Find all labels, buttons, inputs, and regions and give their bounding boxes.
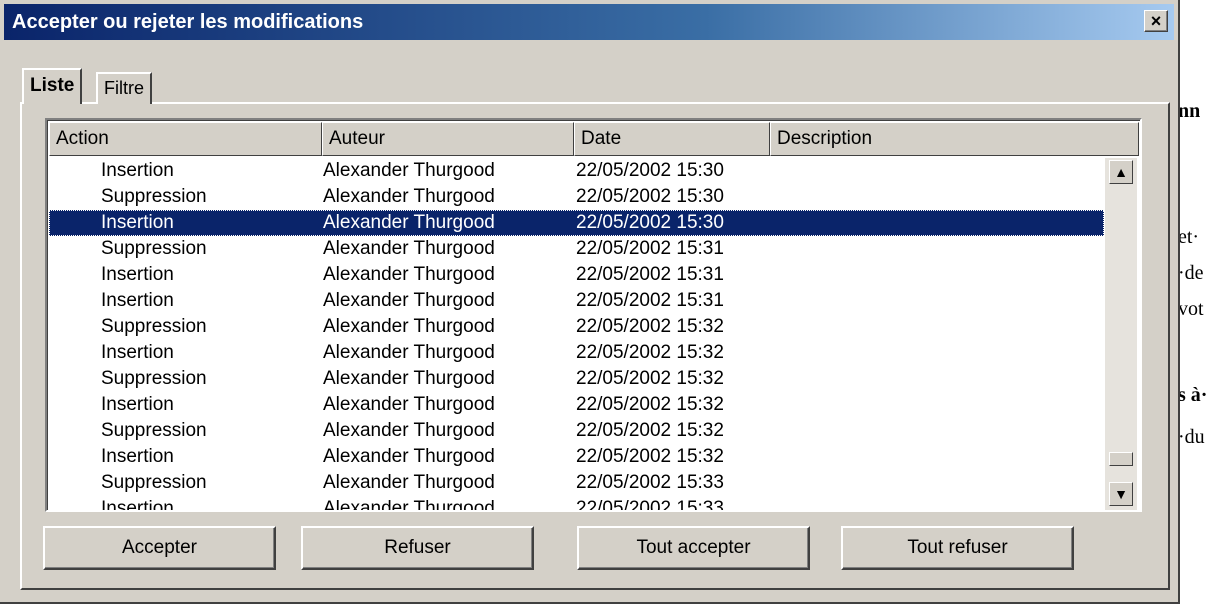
cell-action: Insertion: [101, 290, 174, 311]
cell-date: 22/05/2002 15:32: [576, 342, 724, 363]
table-row[interactable]: Insertion Alexander Thurgood 22/05/2002 15…: [49, 158, 1104, 184]
table-row[interactable]: Suppression Alexander Thurgood 22/05/2002 …: [49, 470, 1104, 496]
accept-all-button[interactable]: Tout accepter: [577, 526, 810, 570]
cell-action: Suppression: [101, 472, 207, 493]
cell-date: 22/05/2002 15:32: [576, 420, 724, 441]
table-row[interactable]: Suppression Alexander Thurgood 22/05/2002 …: [49, 366, 1104, 392]
cell-author: Alexander Thurgood: [323, 394, 495, 415]
cell-date: 22/05/2002 15:30: [576, 186, 724, 207]
table-row[interactable]: Insertion Alexander Thurgood 22/05/2002 15…: [49, 444, 1104, 470]
cell-date: 22/05/2002 15:32: [576, 316, 724, 337]
scroll-up-button[interactable]: ▲: [1109, 160, 1133, 184]
doc-text-line: et·: [1178, 226, 1200, 248]
cell-date: 22/05/2002 15:31: [576, 264, 724, 285]
cell-action: Insertion: [101, 446, 174, 467]
cell-date: 22/05/2002 15:32: [576, 394, 724, 415]
table-row[interactable]: Suppression Alexander Thurgood 22/05/2002 …: [49, 418, 1104, 444]
cell-author: Alexander Thurgood: [323, 160, 495, 181]
list-rows: Insertion Alexander Thurgood 22/05/2002 15…: [49, 158, 1104, 510]
reject-all-button[interactable]: Tout refuser: [841, 526, 1074, 570]
table-row[interactable]: Insertion Alexander Thurgood 22/05/2002 15…: [49, 288, 1104, 314]
cell-date: 22/05/2002 15:30: [576, 160, 724, 181]
column-header-action[interactable]: Action: [49, 122, 322, 156]
column-header-auteur[interactable]: Auteur: [322, 122, 574, 156]
cell-action: Insertion: [101, 394, 174, 415]
cell-action: Suppression: [101, 186, 207, 207]
table-row[interactable]: Suppression Alexander Thurgood 22/05/2002 …: [49, 314, 1104, 340]
cell-action: Suppression: [101, 316, 207, 337]
cell-action: Insertion: [101, 212, 174, 233]
column-header-description[interactable]: Description: [770, 122, 1139, 156]
tab-liste-label: Liste: [30, 75, 75, 96]
cell-action: Suppression: [101, 420, 207, 441]
cell-date: 22/05/2002 15:31: [576, 290, 724, 311]
reject-button[interactable]: Refuser: [301, 526, 534, 570]
close-icon: ×: [1150, 11, 1162, 31]
cell-date: 22/05/2002 15:32: [576, 446, 724, 467]
cell-author: Alexander Thurgood: [323, 342, 495, 363]
cell-author: Alexander Thurgood: [323, 264, 495, 285]
cell-date: 22/05/2002 15:31: [576, 238, 724, 259]
cell-action: Insertion: [101, 342, 174, 363]
table-row[interactable]: Suppression Alexander Thurgood 22/05/2002 …: [49, 184, 1104, 210]
tab-filtre-label: Filtre: [104, 78, 144, 98]
changes-list[interactable]: Action Auteur Date Description Insertion…: [45, 118, 1142, 512]
cell-date: 22/05/2002 15:30: [576, 212, 724, 233]
table-row[interactable]: Insertion Alexander Thurgood 22/05/2002 15…: [49, 262, 1104, 288]
column-header-date[interactable]: Date: [574, 122, 770, 156]
tab-liste[interactable]: Liste: [22, 68, 83, 104]
cell-author: Alexander Thurgood: [323, 212, 495, 233]
cell-action: Insertion: [101, 160, 174, 181]
cell-author: Alexander Thurgood: [323, 420, 495, 441]
vertical-scrollbar[interactable]: ▲ ▼: [1105, 158, 1137, 510]
cell-author: Alexander Thurgood: [323, 238, 495, 259]
close-button[interactable]: ×: [1144, 10, 1168, 32]
tab-filtre[interactable]: Filtre: [96, 72, 152, 104]
scroll-thumb[interactable]: [1109, 452, 1133, 466]
list-header: Action Auteur Date Description: [49, 122, 1139, 156]
cell-date: 22/05/2002 15:33: [576, 472, 724, 493]
cell-action: Suppression: [101, 238, 207, 259]
table-row[interactable]: Suppression Alexander Thurgood 22/05/2002 …: [49, 236, 1104, 262]
cell-author: Alexander Thurgood: [323, 186, 495, 207]
doc-text-line: ·de: [1178, 262, 1204, 284]
cell-author: Alexander Thurgood: [323, 446, 495, 467]
cell-action: Insertion: [101, 264, 174, 285]
table-row[interactable]: Insertion Alexander Thurgood 22/05/2002 15…: [49, 340, 1104, 366]
doc-text-line: vot: [1178, 298, 1204, 320]
table-row-selected[interactable]: Insertion Alexander Thurgood 22/05/2002 15…: [49, 210, 1104, 236]
scroll-down-button[interactable]: ▼: [1109, 482, 1133, 506]
cell-action: Suppression: [101, 368, 207, 389]
cell-author: Alexander Thurgood: [323, 472, 495, 493]
cell-author: Alexander Thurgood: [323, 368, 495, 389]
dialog-window: Accepter ou rejeter les modifications × …: [0, 0, 1180, 604]
cell-author: Alexander Thurgood: [323, 498, 495, 510]
dialog-title: Accepter ou rejeter les modifications: [12, 11, 364, 33]
arrow-up-icon: ▲: [1114, 164, 1128, 180]
arrow-down-icon: ▼: [1114, 486, 1128, 502]
doc-text-line: ·du: [1178, 426, 1205, 448]
doc-text-line: nn: [1178, 100, 1201, 122]
cell-author: Alexander Thurgood: [323, 316, 495, 337]
cell-author: Alexander Thurgood: [323, 290, 495, 311]
accept-button[interactable]: Accepter: [43, 526, 276, 570]
table-row[interactable]: Insertion Alexander Thurgood 22/05/2002 15…: [49, 392, 1104, 418]
doc-text-line: s à·: [1178, 384, 1208, 406]
table-row[interactable]: Insertion Alexander Thurgood 22/05/2002 15…: [49, 496, 1104, 510]
cell-date: 22/05/2002 15:33: [576, 498, 724, 510]
cell-action: Insertion: [101, 498, 174, 510]
cell-date: 22/05/2002 15:32: [576, 368, 724, 389]
title-bar[interactable]: Accepter ou rejeter les modifications ×: [4, 4, 1174, 40]
